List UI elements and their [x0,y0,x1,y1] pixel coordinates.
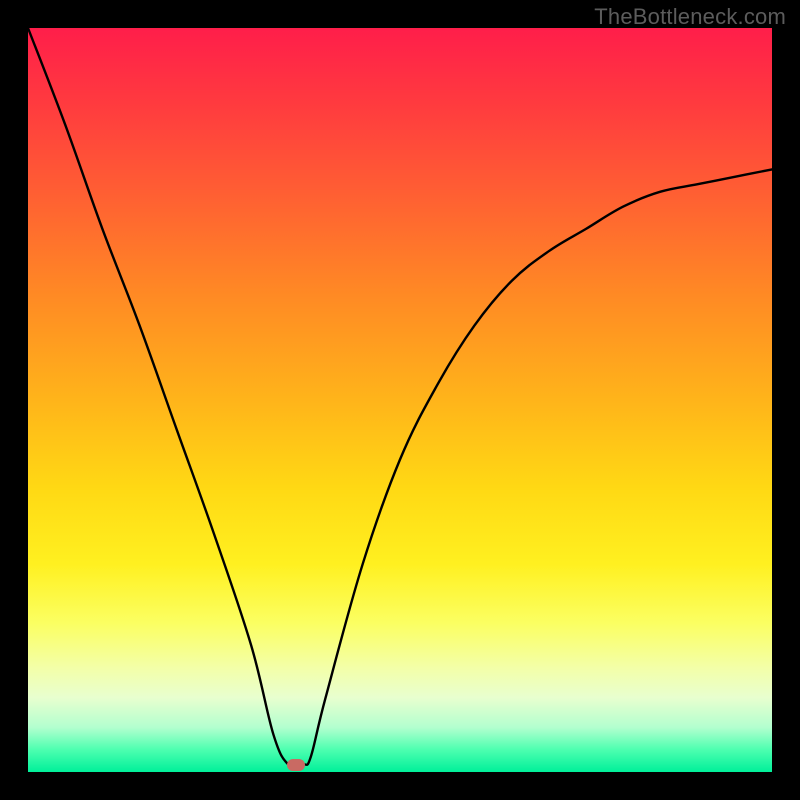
bottleneck-curve [28,28,772,767]
curve-svg [28,28,772,772]
watermark-text: TheBottleneck.com [594,4,786,30]
optimum-marker [287,759,305,771]
plot-area [28,28,772,772]
chart-frame: TheBottleneck.com [0,0,800,800]
